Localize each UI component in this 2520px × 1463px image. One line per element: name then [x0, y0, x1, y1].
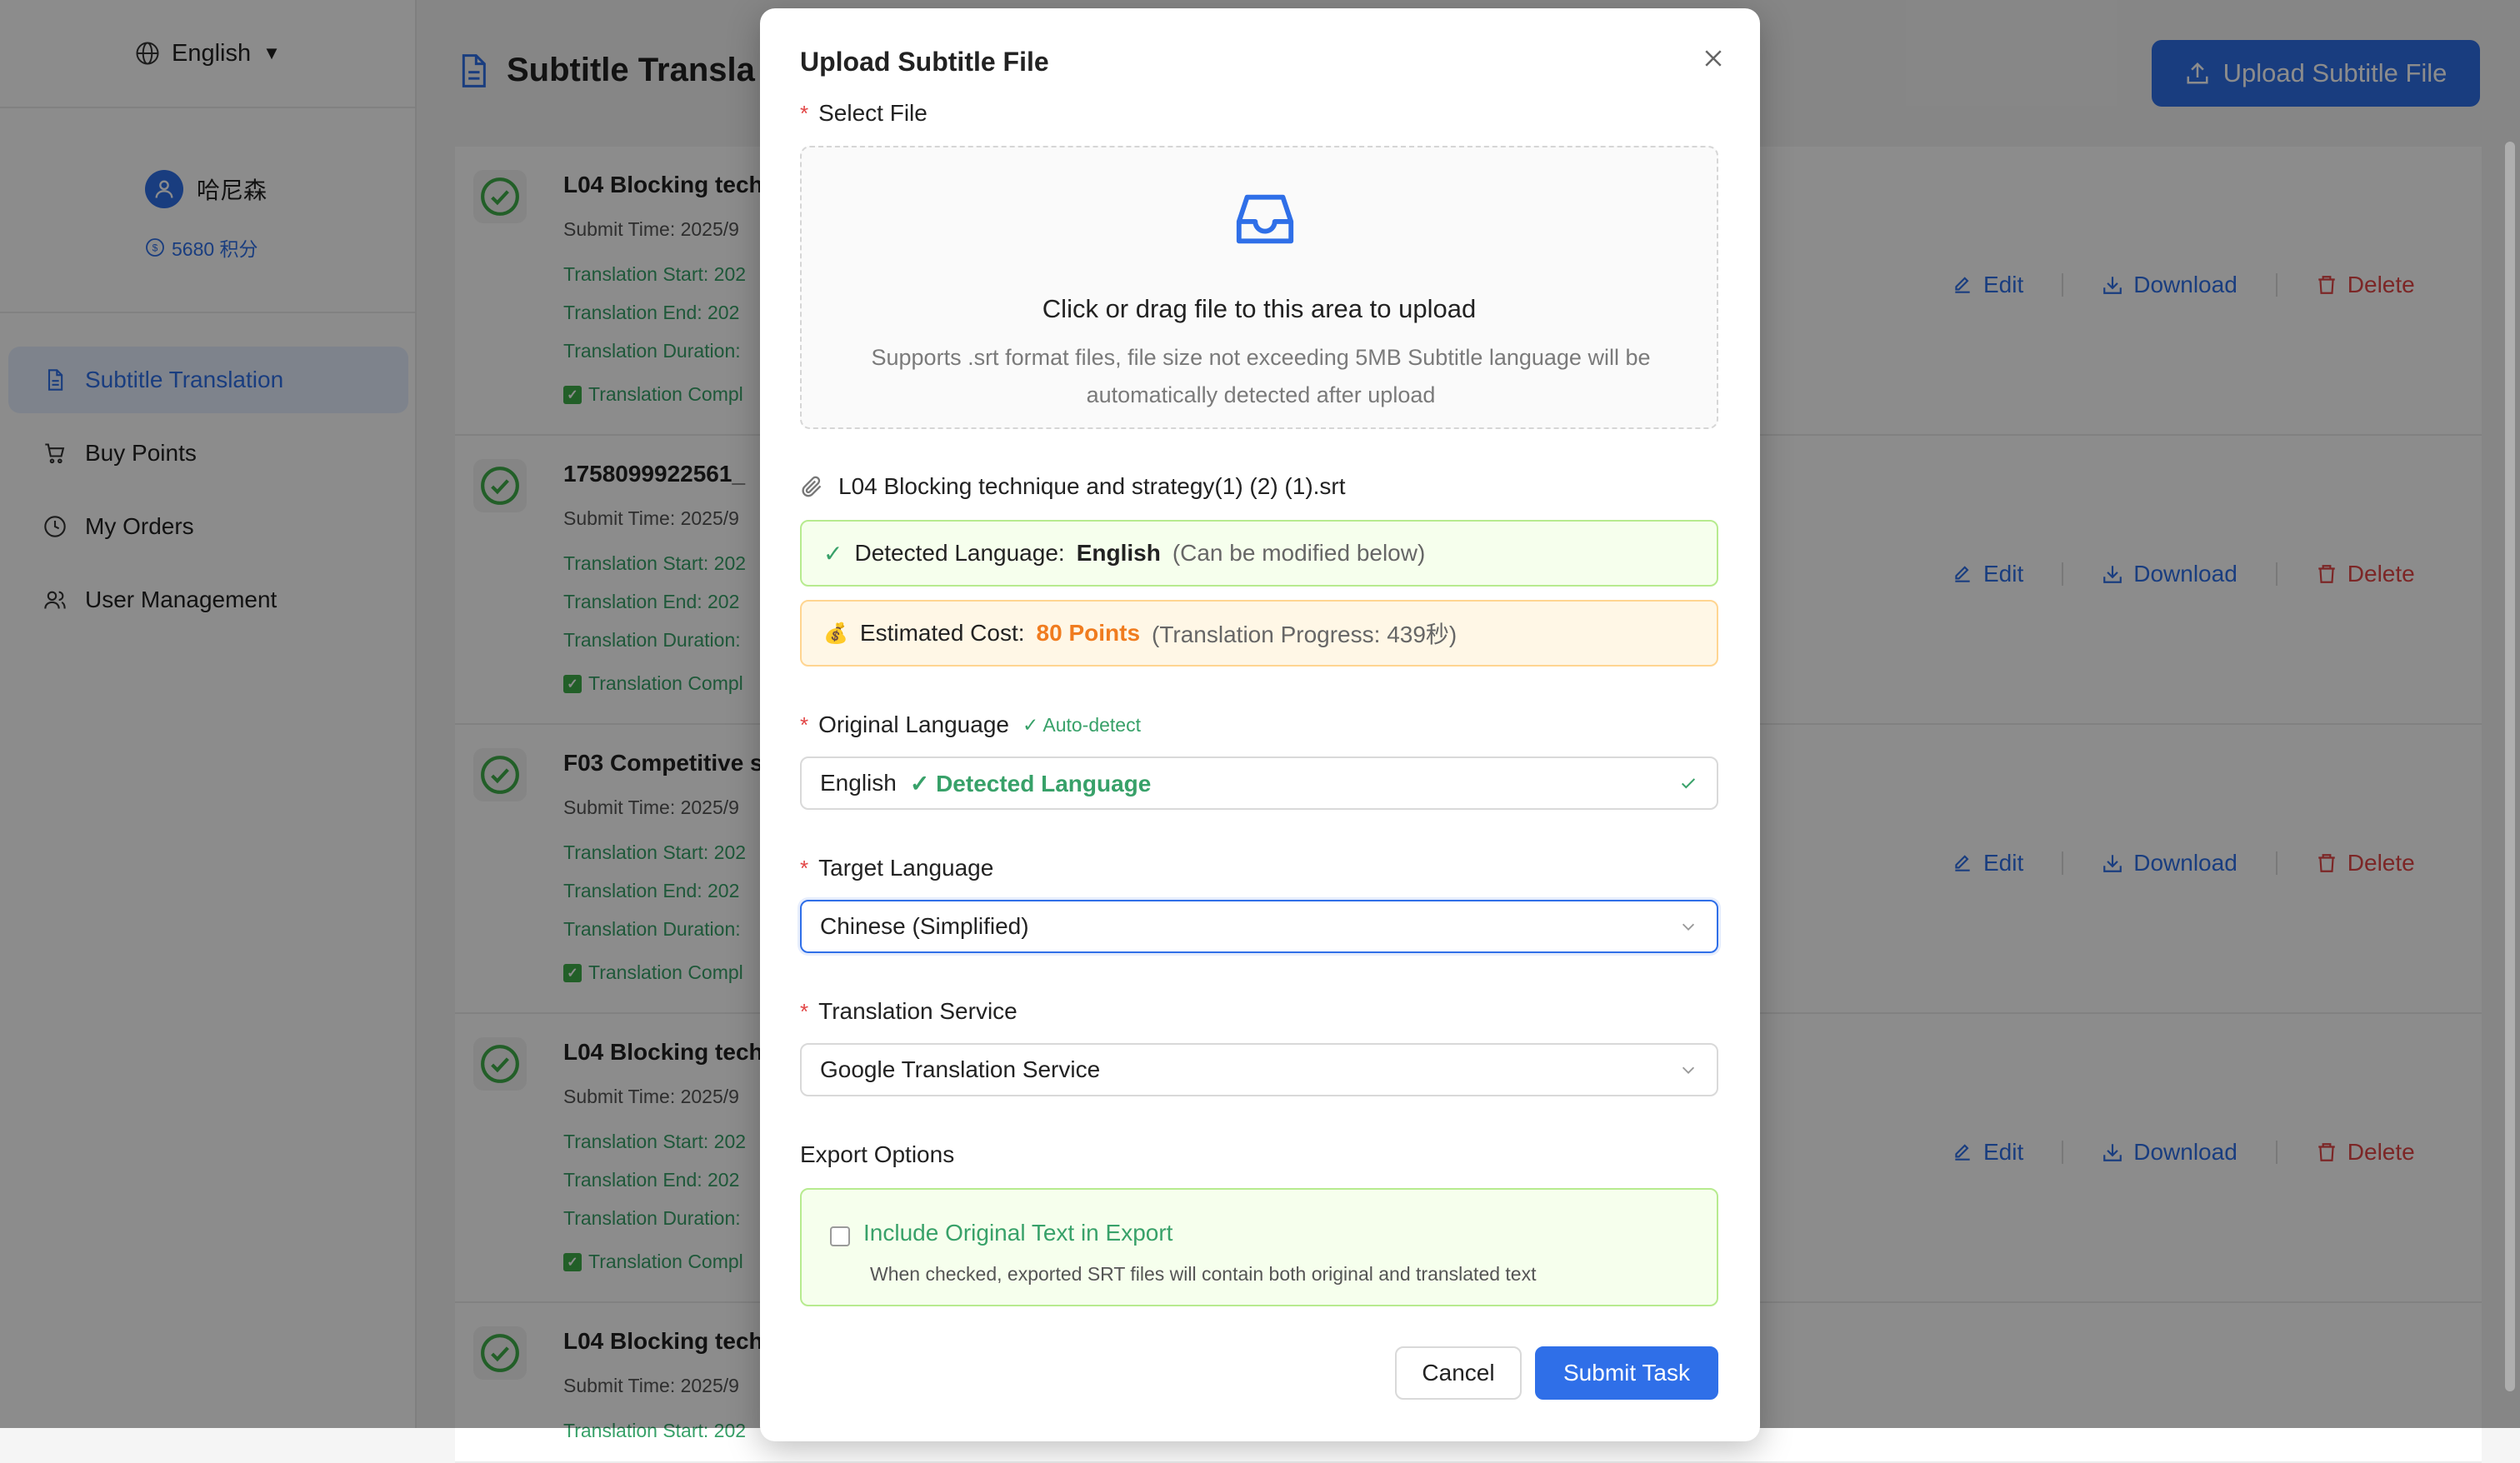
label-text: Target Language	[818, 855, 994, 881]
label-text: Select File	[818, 100, 928, 126]
estimated-cost-alert: 💰 Estimated Cost: 80 Points (Translation…	[800, 600, 1718, 667]
required-marker: *	[800, 998, 809, 1024]
detected-note: (Can be modified below)	[1172, 540, 1426, 566]
close-button[interactable]	[1698, 43, 1728, 73]
translation-service-select[interactable]: Google Translation Service	[800, 1043, 1718, 1096]
page-scrollbar[interactable]	[2505, 142, 2515, 1391]
detected-language-value: English	[1076, 540, 1161, 566]
upload-dropzone[interactable]: Click or drag file to this area to uploa…	[800, 146, 1718, 429]
select-value: Google Translation Service	[820, 1056, 1101, 1082]
select-file-label: * Select File	[800, 100, 928, 127]
export-options-label: Export Options	[800, 1141, 954, 1168]
detected-prefix: Detected Language:	[854, 540, 1065, 566]
original-language-label: * Original Language ✓ Auto-detect	[800, 712, 1141, 738]
cost-note: (Translation Progress: 439秒)	[1152, 622, 1458, 647]
label-text: Export Options	[800, 1141, 955, 1167]
select-value: English	[820, 770, 897, 796]
include-original-checkbox[interactable]	[830, 1226, 850, 1246]
dropzone-hint: Supports .srt format files, file size no…	[871, 345, 1651, 407]
target-language-select[interactable]: Chinese (Simplified)	[800, 900, 1718, 953]
paperclip-icon	[802, 476, 822, 497]
chevron-down-icon	[1678, 1060, 1698, 1080]
modal-title: Upload Subtitle File	[800, 47, 1049, 77]
include-original-label[interactable]: Include Original Text in Export	[863, 1220, 1172, 1246]
label-text: Original Language	[818, 712, 1009, 737]
cost-points: 80 Points	[1036, 620, 1141, 646]
check-icon: ✓	[823, 540, 843, 567]
label-text: Translation Service	[818, 998, 1018, 1024]
inbox-icon	[1236, 194, 1294, 244]
required-marker: *	[800, 100, 809, 126]
submit-task-button[interactable]: Submit Task	[1535, 1346, 1718, 1400]
include-original-description: When checked, exported SRT files will co…	[870, 1263, 1537, 1285]
original-language-select[interactable]: English ✓ Detected Language	[800, 756, 1718, 810]
close-icon	[1705, 50, 1722, 67]
chevron-down-icon	[1678, 916, 1698, 936]
export-options: Include Original Text in Export When che…	[800, 1188, 1718, 1306]
required-marker: *	[800, 712, 809, 737]
cost-prefix: Estimated Cost:	[859, 620, 1025, 646]
money-bag-icon: 💰	[823, 622, 848, 645]
upload-modal: Upload Subtitle File * Select File Click…	[760, 8, 1760, 1441]
translation-service-label: * Translation Service	[800, 998, 1018, 1025]
selected-file[interactable]: L04 Blocking technique and strategy(1) (…	[800, 473, 1346, 500]
target-language-label: * Target Language	[800, 855, 993, 881]
dropzone-title: Click or drag file to this area to uploa…	[1042, 294, 1477, 323]
check-icon	[1678, 773, 1698, 793]
cancel-button[interactable]: Cancel	[1395, 1346, 1522, 1400]
file-name: L04 Blocking technique and strategy(1) (…	[838, 473, 1346, 499]
detected-language-alert: ✓ Detected Language: English (Can be mod…	[800, 520, 1718, 587]
required-marker: *	[800, 855, 809, 881]
select-value: Chinese (Simplified)	[820, 913, 1029, 939]
auto-detect-tag: ✓ Auto-detect	[1022, 713, 1141, 736]
detected-language-tag: ✓ Detected Language	[909, 770, 1152, 796]
